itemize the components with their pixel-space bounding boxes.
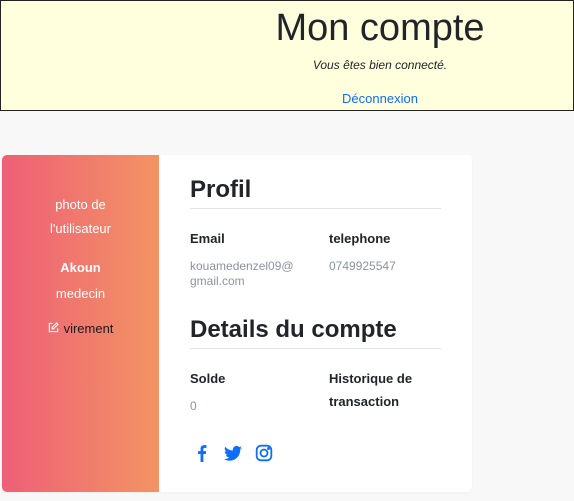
user-role: medecin xyxy=(55,286,106,301)
account-details: Profil Email kouamedenzel09@ gmail.com t… xyxy=(190,155,442,492)
email-label: Email xyxy=(190,231,225,246)
account-details-heading: Details du compte xyxy=(190,316,441,349)
photo-text-line1: photo de xyxy=(55,197,106,212)
user-photo-placeholder: photo de l'utilisateur xyxy=(2,193,159,241)
profil-heading: Profil xyxy=(190,176,441,209)
virement-label: virement xyxy=(63,321,114,336)
facebook-icon[interactable] xyxy=(193,444,211,462)
solde-label: Solde xyxy=(190,371,226,386)
user-sidebar: photo de l'utilisateur Akoun medecin vir… xyxy=(2,155,159,492)
edit-icon xyxy=(48,321,59,336)
user-name: Akoun xyxy=(60,260,101,275)
virement-link[interactable]: virement xyxy=(2,321,159,336)
email-value: kouamedenzel09@ gmail.com xyxy=(190,259,294,289)
page-title: Mon compte xyxy=(275,7,485,49)
account-card: photo de l'utilisateur Akoun medecin vir… xyxy=(2,155,472,492)
twitter-icon[interactable] xyxy=(224,444,242,462)
historique-line1: Historique de xyxy=(329,371,413,386)
photo-text-line2: l'utilisateur xyxy=(49,221,111,236)
header-banner: Mon compte Vous êtes bien connecté. Déco… xyxy=(0,0,574,111)
login-status-text: Vous êtes bien connecté. xyxy=(312,58,448,72)
social-links xyxy=(193,444,273,462)
historique-line2: transaction xyxy=(329,394,400,409)
phone-label: telephone xyxy=(329,231,391,246)
solde-value: 0 xyxy=(190,399,197,413)
phone-value: 0749925547 xyxy=(329,259,396,273)
instagram-icon[interactable] xyxy=(255,444,273,462)
email-value-line2: gmail.com xyxy=(190,274,245,288)
email-value-line1: kouamedenzel09@ xyxy=(190,259,294,273)
logout-link[interactable]: Déconnexion xyxy=(1,91,573,106)
historique-label: Historique de transaction xyxy=(329,367,412,413)
